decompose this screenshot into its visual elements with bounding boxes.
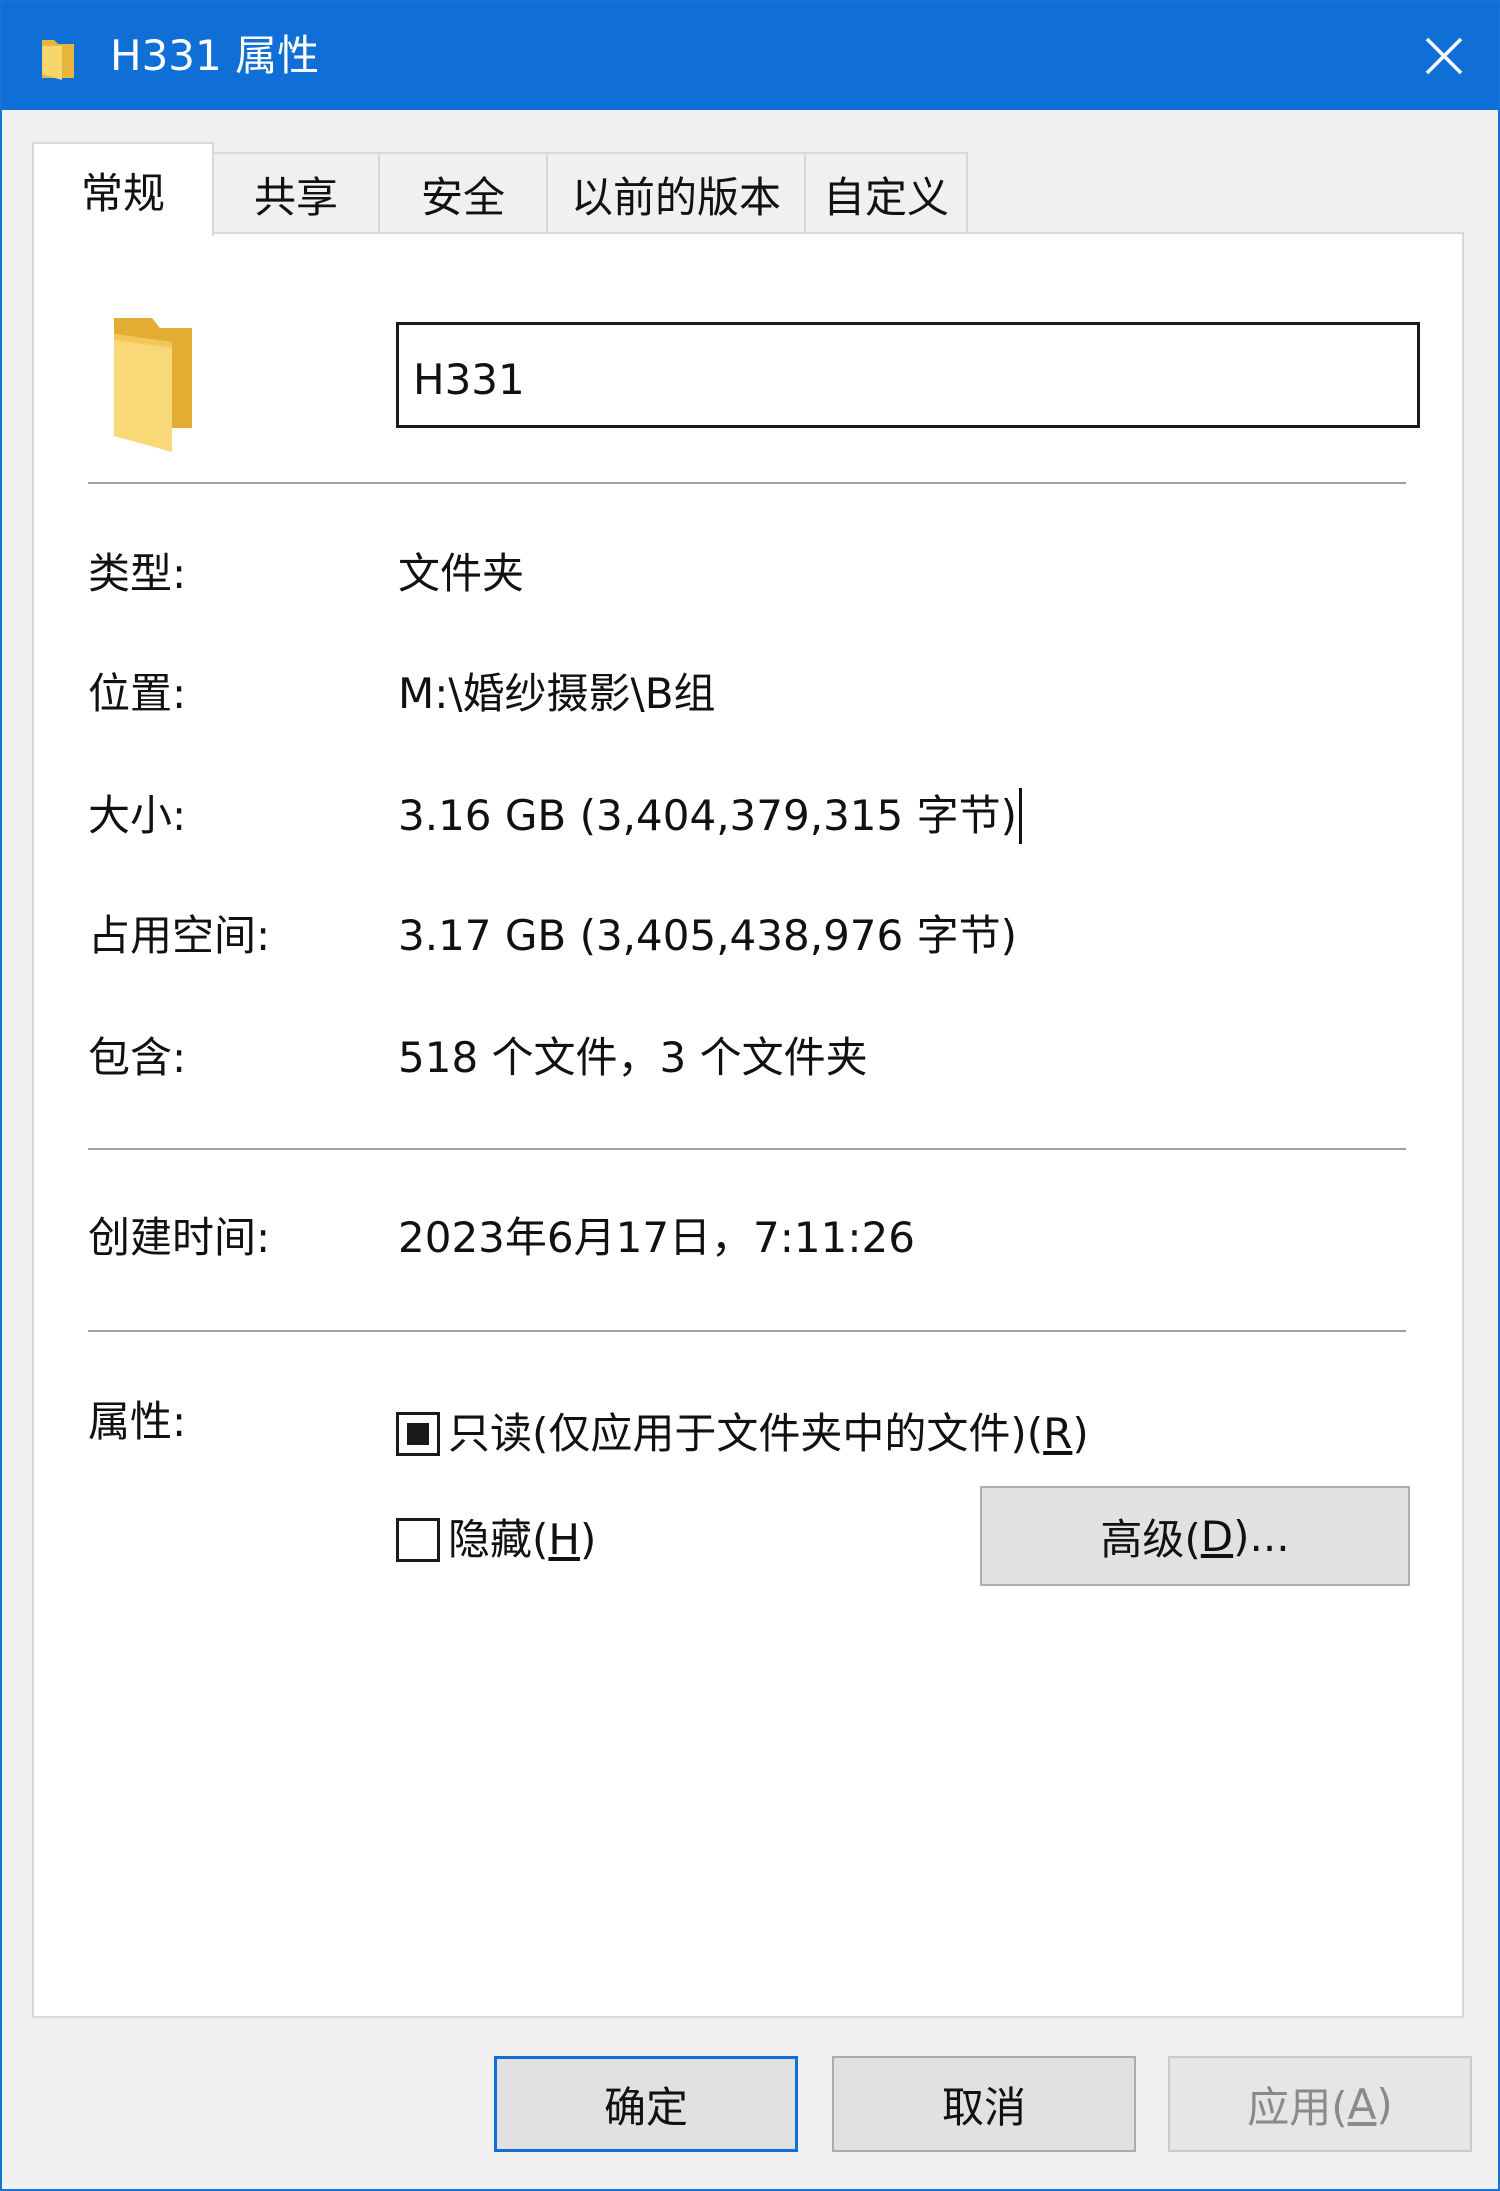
- apply-button: 应用(A): [1168, 2056, 1472, 2152]
- disk-size-label: 占用空间:: [88, 911, 271, 960]
- disk-size-value[interactable]: 3.17 GB (3,405,438,976 字节): [398, 908, 1017, 964]
- size-value-row[interactable]: 3.16 GB (3,404,379,315 字节): [398, 788, 1022, 844]
- type-value: 文件夹: [398, 549, 525, 598]
- separator: [88, 482, 1406, 484]
- type-label: 类型:: [88, 549, 187, 598]
- hidden-checkbox[interactable]: [396, 1518, 440, 1562]
- location-value[interactable]: M:\婚纱摄影\B组: [398, 666, 716, 722]
- readonly-label: 只读(仅应用于文件夹中的文件)(R): [448, 1409, 1089, 1458]
- size-value: 3.16 GB (3,404,379,315 字节): [398, 791, 1017, 840]
- text-caret: [1018, 788, 1022, 844]
- ok-button[interactable]: 确定: [494, 2056, 798, 2152]
- location-label: 位置:: [88, 669, 187, 718]
- size-label: 大小:: [88, 791, 187, 840]
- tab-security[interactable]: 安全: [378, 152, 548, 234]
- hidden-label: 隐藏(H): [448, 1515, 597, 1564]
- separator: [88, 1330, 1406, 1332]
- tab-sharing[interactable]: 共享: [212, 152, 380, 234]
- hidden-option[interactable]: 隐藏(H): [396, 1512, 596, 1568]
- attributes-label: 属性:: [88, 1397, 187, 1446]
- readonly-option[interactable]: 只读(仅应用于文件夹中的文件)(R): [396, 1406, 1089, 1462]
- contains-value[interactable]: 518 个文件，3 个文件夹: [398, 1030, 868, 1086]
- created-value[interactable]: 2023年6月17日，7:11:26: [398, 1210, 915, 1266]
- folder-name-input[interactable]: [396, 322, 1420, 428]
- advanced-button[interactable]: 高级(D)...: [980, 1486, 1410, 1586]
- folder-icon: [42, 40, 74, 80]
- contains-label: 包含:: [88, 1033, 187, 1082]
- properties-dialog: H331 属性 常规 共享 安全 以前的版本 自定义 类型: 文件夹 位置: M…: [0, 0, 1500, 2191]
- readonly-checkbox[interactable]: [396, 1412, 440, 1456]
- folder-icon: [114, 318, 192, 452]
- title-bar[interactable]: H331 属性: [2, 2, 1498, 110]
- separator: [88, 1148, 1406, 1150]
- close-icon: [1425, 37, 1463, 75]
- general-panel: 类型: 文件夹 位置: M:\婚纱摄影\B组 大小: 3.16 GB (3,40…: [32, 232, 1464, 2018]
- tab-previous-versions[interactable]: 以前的版本: [546, 152, 806, 234]
- tab-customize[interactable]: 自定义: [804, 152, 968, 234]
- tab-general[interactable]: 常规: [32, 142, 214, 236]
- window-title: H331 属性: [110, 31, 320, 80]
- cancel-button[interactable]: 取消: [832, 2056, 1136, 2152]
- close-button[interactable]: [1390, 2, 1498, 110]
- created-label: 创建时间:: [88, 1213, 271, 1262]
